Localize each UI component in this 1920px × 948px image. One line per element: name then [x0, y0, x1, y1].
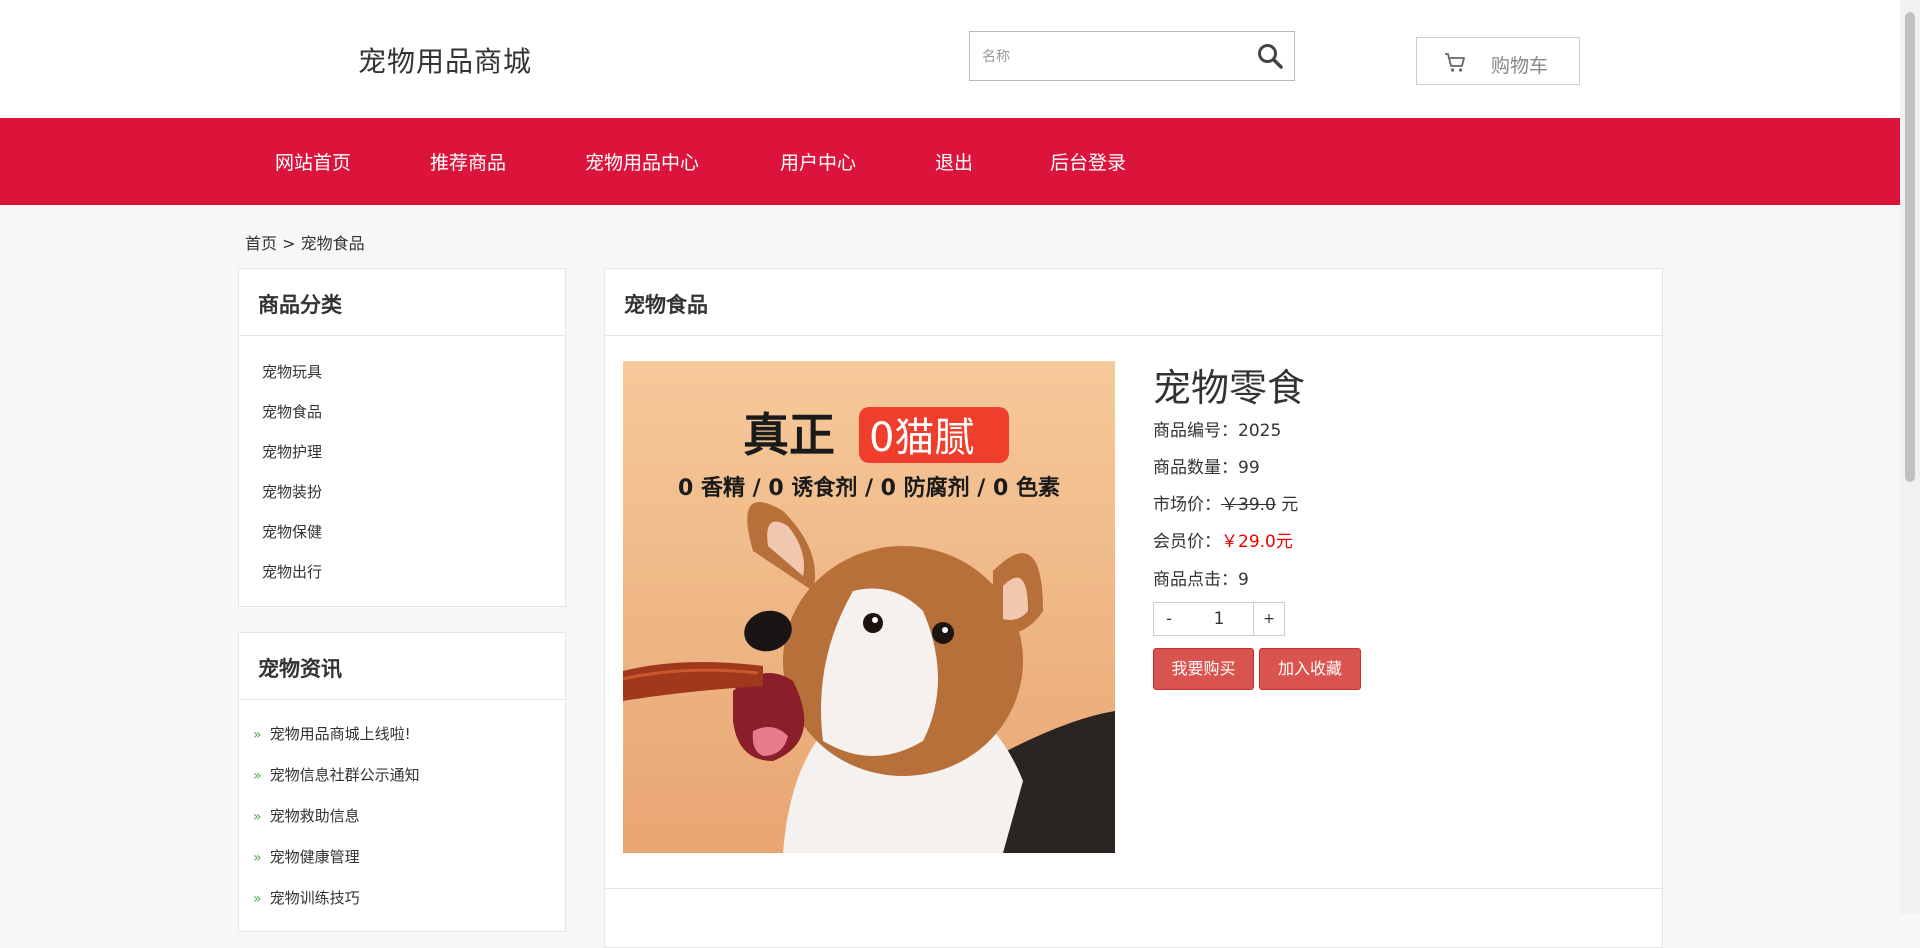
- news-item[interactable]: » 宠物用品商城上线啦!: [253, 723, 411, 744]
- category-panel-header: 商品分类: [239, 269, 565, 336]
- search-icon[interactable]: [1256, 42, 1284, 70]
- news-item-label: 宠物健康管理: [269, 848, 360, 866]
- nav-admin-login[interactable]: 后台登录: [1050, 148, 1126, 175]
- product-photo: 真正 0猫腻 0 香精 / 0 诱食剂 / 0 防腐剂 / 0 色素: [623, 361, 1115, 853]
- product-panel: 宠物食品 真正 0猫腻 0 香精 / 0 诱食剂 / 0 防腐剂 / 0 色素 …: [604, 268, 1663, 948]
- cart-button[interactable]: 购物车: [1416, 37, 1580, 85]
- main-nav: 网站首页 推荐商品 宠物用品中心 用户中心 退出 后台登录: [0, 118, 1900, 205]
- product-quantity: 商品数量：99: [1153, 453, 1260, 478]
- product-code: 商品编号：2025: [1153, 416, 1281, 441]
- cart-label: 购物车: [1491, 55, 1549, 77]
- image-headline-badge: 0猫腻: [869, 415, 974, 461]
- news-item-label: 宠物训练技巧: [269, 889, 360, 907]
- scrollbar-thumb[interactable]: [1905, 12, 1915, 482]
- news-item-label: 宠物救助信息: [269, 807, 360, 825]
- buy-button[interactable]: 我要购买: [1153, 648, 1254, 690]
- news-item[interactable]: » 宠物训练技巧: [253, 887, 360, 908]
- category-item[interactable]: 宠物出行: [262, 561, 322, 582]
- category-item[interactable]: 宠物保健: [262, 521, 322, 542]
- category-item[interactable]: 宠物装扮: [262, 481, 322, 502]
- category-item[interactable]: 宠物食品: [262, 401, 322, 422]
- quantity-decrement-button[interactable]: -: [1153, 602, 1185, 636]
- bullet-icon: »: [253, 891, 262, 907]
- nav-pet-supplies[interactable]: 宠物用品中心: [585, 148, 699, 175]
- image-headline-part1: 真正: [743, 408, 835, 462]
- member-price-label: 会员价：: [1153, 532, 1221, 552]
- news-item[interactable]: » 宠物健康管理: [253, 846, 360, 867]
- news-panel-header: 宠物资讯: [239, 633, 565, 700]
- add-favorite-button[interactable]: 加入收藏: [1259, 648, 1361, 690]
- product-code-label: 商品编号：: [1153, 421, 1238, 441]
- product-quantity-value: 99: [1238, 458, 1260, 478]
- bullet-icon: »: [253, 809, 262, 825]
- cart-icon: [1445, 53, 1465, 72]
- category-item[interactable]: 宠物玩具: [262, 361, 322, 382]
- bullet-icon: »: [253, 850, 262, 866]
- product-clicks-label: 商品点击：: [1153, 570, 1238, 590]
- market-price-value: ￥39.0: [1221, 495, 1276, 515]
- market-price-label: 市场价：: [1153, 495, 1221, 515]
- search-box: [969, 31, 1295, 81]
- news-panel-title: 宠物资讯: [258, 657, 342, 681]
- nav-home[interactable]: 网站首页: [275, 148, 351, 175]
- product-clicks: 商品点击：9: [1153, 565, 1249, 590]
- member-price: 会员价：￥29.0元: [1153, 527, 1293, 552]
- quantity-increment-button[interactable]: +: [1253, 602, 1285, 636]
- product-code-value: 2025: [1238, 421, 1282, 441]
- quantity-input[interactable]: [1184, 602, 1254, 636]
- top-header: 宠物用品商城 购物车: [0, 0, 1900, 118]
- image-subline: 0 香精 / 0 诱食剂 / 0 防腐剂 / 0 色素: [678, 475, 1060, 501]
- nav-recommended[interactable]: 推荐商品: [430, 148, 506, 175]
- bullet-icon: »: [253, 727, 262, 743]
- bullet-icon: »: [253, 768, 262, 784]
- news-item[interactable]: » 宠物救助信息: [253, 805, 360, 826]
- news-item[interactable]: » 宠物信息社群公示通知: [253, 764, 420, 785]
- site-title[interactable]: 宠物用品商城: [358, 40, 532, 80]
- panel-divider: [605, 888, 1662, 889]
- category-panel-title: 商品分类: [258, 293, 342, 317]
- news-panel: 宠物资讯 » 宠物用品商城上线啦! » 宠物信息社群公示通知 » 宠物救助信息 » 宠物…: [238, 632, 566, 932]
- market-price-unit: 元: [1275, 495, 1299, 515]
- nav-user-center[interactable]: 用户中心: [780, 148, 856, 175]
- product-clicks-value: 9: [1238, 570, 1249, 590]
- market-price: 市场价：￥39.0 元: [1153, 490, 1298, 515]
- vertical-scrollbar[interactable]: [1900, 0, 1920, 914]
- category-item[interactable]: 宠物护理: [262, 441, 322, 462]
- news-item-label: 宠物信息社群公示通知: [269, 766, 420, 784]
- search-input[interactable]: [980, 44, 1234, 70]
- breadcrumb[interactable]: 首页 > 宠物食品: [245, 230, 365, 254]
- member-price-value: ￥29.0元: [1221, 532, 1293, 552]
- product-quantity-label: 商品数量：: [1153, 458, 1238, 478]
- nav-logout[interactable]: 退出: [935, 148, 973, 175]
- product-image: 真正 0猫腻 0 香精 / 0 诱食剂 / 0 防腐剂 / 0 色素: [623, 361, 1115, 853]
- category-panel: 商品分类 宠物玩具 宠物食品 宠物护理 宠物装扮 宠物保健 宠物出行: [238, 268, 566, 607]
- section-title: 宠物食品: [624, 293, 708, 317]
- product-panel-header: 宠物食品: [605, 269, 1662, 336]
- product-name: 宠物零食: [1153, 366, 1306, 410]
- news-item-label: 宠物用品商城上线啦!: [269, 725, 411, 743]
